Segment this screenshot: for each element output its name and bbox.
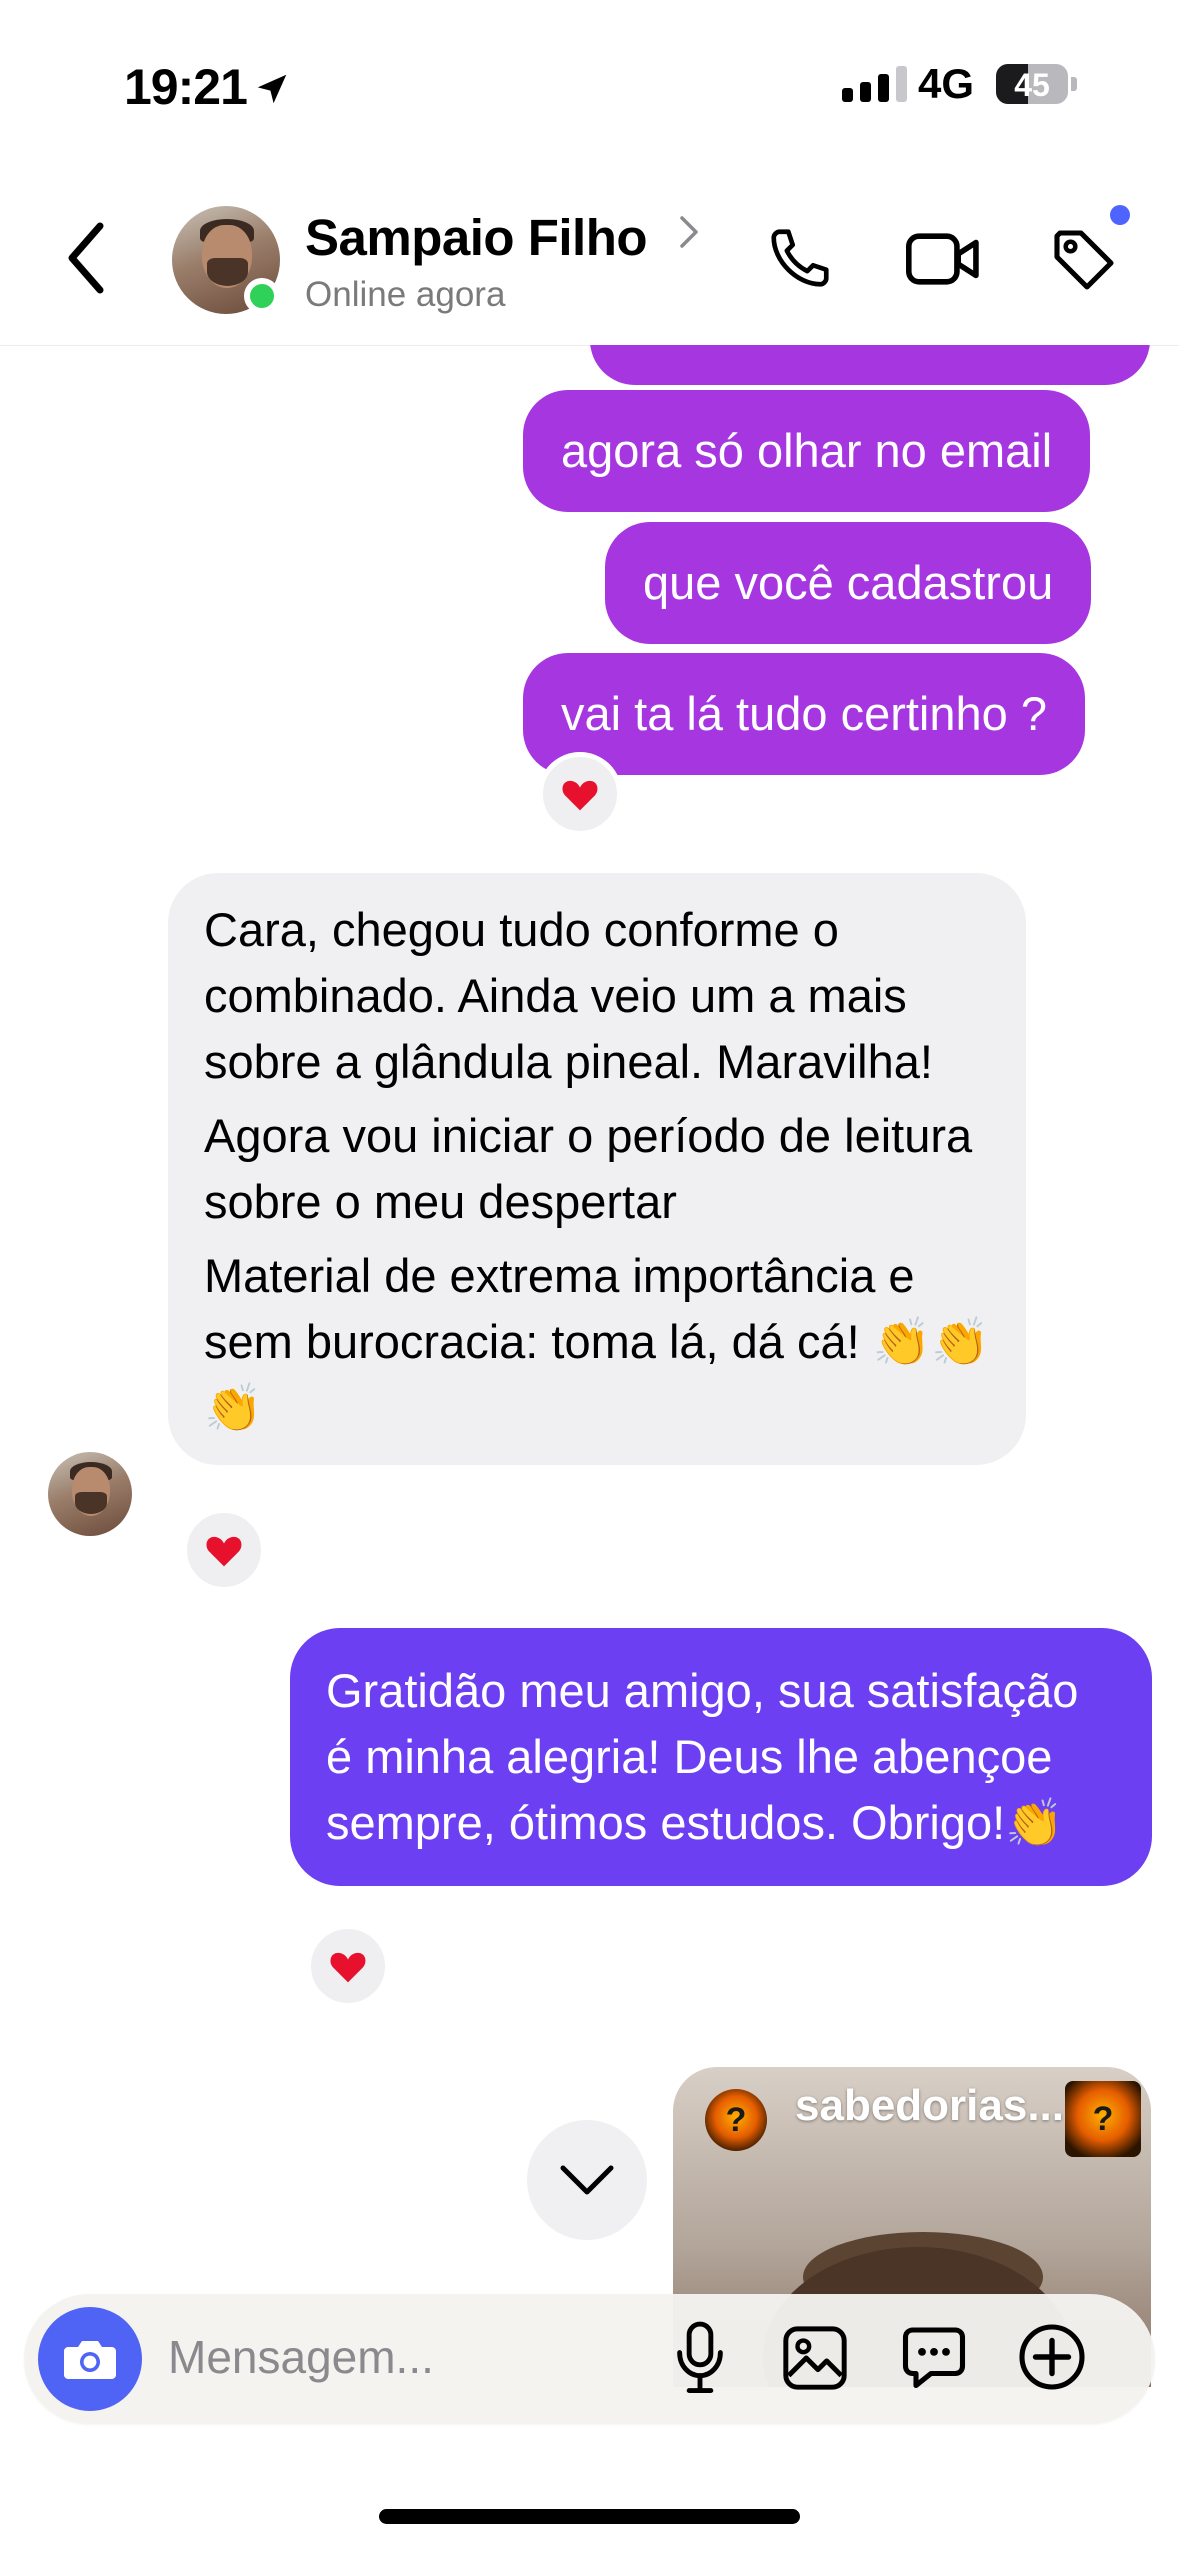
account-logo-icon: ?	[1065, 2081, 1141, 2157]
status-time-text: 19:21	[124, 59, 248, 115]
battery-level: 45	[1014, 67, 1050, 103]
message-text: Cara, chegou tudo conforme o combinado. …	[204, 903, 933, 1088]
back-chevron-icon[interactable]	[66, 222, 106, 294]
message-bubble[interactable]: Cara, chegou tudo conforme o combinado. …	[168, 873, 1026, 1465]
chevron-down-icon	[560, 2165, 614, 2195]
contact-name[interactable]: Sampaio Filho	[305, 208, 648, 267]
account-logo-icon: ?	[705, 2089, 767, 2151]
message-text: Gratidão meu amigo, sua satisfação é min…	[326, 1664, 1079, 1849]
tag-icon[interactable]	[1048, 224, 1120, 296]
message-text: que você cadastrou	[643, 556, 1054, 609]
location-arrow-icon	[257, 74, 287, 104]
camera-button[interactable]	[38, 2307, 142, 2411]
message-input[interactable]	[168, 2322, 648, 2392]
image-icon[interactable]	[780, 2323, 850, 2393]
scroll-to-bottom-button[interactable]	[527, 2120, 647, 2240]
message-text: vai ta lá tudo certinho ?	[561, 687, 1047, 740]
heart-icon	[330, 1952, 366, 1983]
shared-post-account: sabedorias...	[795, 2081, 1065, 2130]
avatar[interactable]	[48, 1452, 132, 1536]
reaction-badge[interactable]	[538, 752, 622, 836]
contact-status: Online agora	[305, 275, 506, 314]
status-time: 19:21	[124, 58, 291, 116]
message-bubble[interactable]: que você cadastrou	[605, 522, 1092, 644]
plus-circle-icon[interactable]	[1016, 2321, 1088, 2393]
home-indicator	[379, 2509, 800, 2524]
camera-icon	[64, 2341, 116, 2379]
network-label: 4G	[918, 60, 975, 107]
heart-icon	[206, 1536, 242, 1567]
message-bubble[interactable]: vai ta lá tudo certinho ?	[523, 653, 1085, 775]
sticker-icon[interactable]	[898, 2321, 970, 2393]
message-text: agora só olhar no email	[561, 424, 1053, 477]
reaction-badge[interactable]	[182, 1508, 266, 1592]
phone-icon[interactable]	[765, 223, 835, 293]
battery-icon: 45	[996, 64, 1068, 104]
battery-nub	[1071, 77, 1077, 91]
chevron-right-icon[interactable]	[678, 214, 700, 250]
online-indicator	[244, 278, 280, 314]
message-text: Material de extrema importância e sem bu…	[204, 1249, 990, 1434]
message-bubble[interactable]: agora só olhar no email	[523, 390, 1091, 512]
signal-icon	[842, 66, 907, 102]
microphone-icon[interactable]	[672, 2320, 728, 2396]
notification-dot	[1110, 205, 1130, 225]
heart-icon	[562, 780, 598, 811]
reaction-badge[interactable]	[306, 1924, 390, 2008]
message-text: Agora vou iniciar o período de leitura s…	[204, 1109, 973, 1228]
message-bubble[interactable]: Gratidão meu amigo, sua satisfação é min…	[290, 1628, 1152, 1886]
video-icon[interactable]	[905, 228, 981, 290]
